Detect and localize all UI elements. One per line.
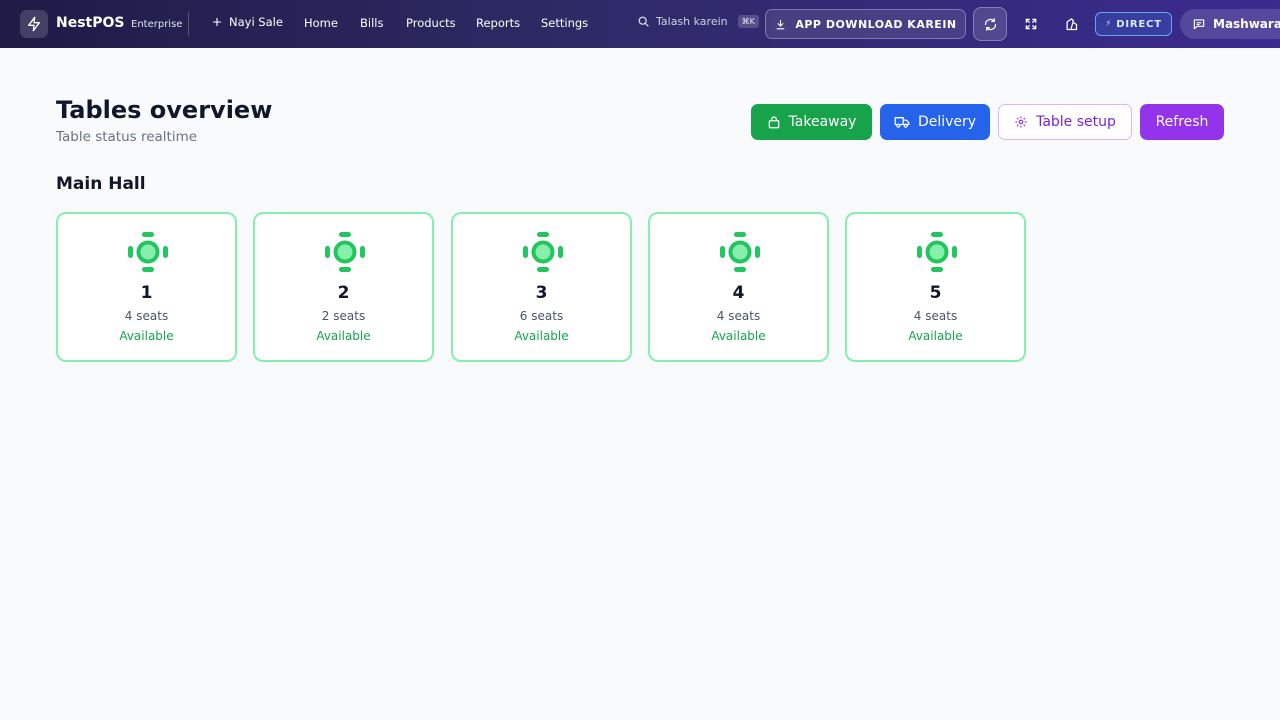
- nav-bills[interactable]: Bills: [360, 16, 383, 30]
- table-seats: 4 seats: [913, 309, 958, 323]
- table-icon: [720, 232, 760, 272]
- table-status: Available: [514, 329, 569, 343]
- delivery-button[interactable]: Delivery: [880, 104, 990, 140]
- nav-settings[interactable]: Settings: [541, 16, 588, 30]
- truck-icon: [894, 117, 910, 128]
- direct-mode-label: DIRECT: [1116, 18, 1162, 30]
- table-number: 3: [535, 283, 548, 303]
- table-status: Available: [119, 329, 174, 343]
- nav-home[interactable]: Home: [304, 16, 338, 30]
- sync-icon: [984, 17, 996, 31]
- table-card-2[interactable]: 2 2 seats Available: [253, 212, 434, 362]
- table-icon: [523, 232, 563, 272]
- theme-icon: [1066, 17, 1077, 30]
- direct-mode-badge[interactable]: ⚡ DIRECT: [1095, 12, 1172, 36]
- search-shortcut: ⌘K: [737, 15, 759, 28]
- takeaway-button[interactable]: Takeaway: [751, 104, 872, 140]
- download-icon: [777, 19, 785, 29]
- table-icon: [128, 232, 168, 272]
- table-status: Available: [316, 329, 371, 343]
- table-card-3[interactable]: 3 6 seats Available: [451, 212, 632, 362]
- table-card-4[interactable]: 4 4 seats Available: [648, 212, 829, 362]
- table-number: 4: [732, 283, 745, 303]
- lightning-icon: ⚡: [1105, 19, 1113, 29]
- table-setup-label: Table setup: [1036, 114, 1116, 130]
- delivery-label: Delivery: [917, 114, 977, 130]
- chat-icon: [1193, 19, 1205, 30]
- table-setup-button[interactable]: Table setup: [998, 104, 1132, 140]
- table-number: 5: [929, 283, 942, 303]
- nav-reports[interactable]: Reports: [476, 16, 520, 30]
- top-navbar: NestPOS Enterprise Nayi Sale Home Bills …: [0, 0, 1280, 48]
- refresh-button[interactable]: Refresh: [1140, 104, 1224, 140]
- table-status: Available: [711, 329, 766, 343]
- table-status: Available: [908, 329, 963, 343]
- app-download-label: APP DOWNLOAD KAREIN: [795, 17, 957, 31]
- lightning-icon: [28, 16, 40, 32]
- table-seats: 4 seats: [124, 309, 169, 323]
- table-number: 2: [337, 283, 350, 303]
- app-download-button[interactable]: APP DOWNLOAD KAREIN: [765, 9, 966, 39]
- app-logo[interactable]: [20, 10, 48, 38]
- gear-icon: [1015, 116, 1027, 128]
- navbar-divider: [188, 12, 189, 36]
- table-number: 1: [140, 283, 153, 303]
- table-seats: 2 seats: [321, 309, 366, 323]
- page-title: Tables overview: [56, 96, 273, 124]
- new-sale-label: Nayi Sale: [229, 15, 283, 29]
- fullscreen-icon: [1025, 18, 1037, 30]
- advice-label: Mashwara: [1213, 17, 1280, 31]
- shopping-bag-icon: [768, 115, 779, 128]
- table-icon: [325, 232, 365, 272]
- fullscreen-button[interactable]: [1014, 7, 1048, 41]
- table-seats: 6 seats: [519, 309, 564, 323]
- section-title: Main Hall: [56, 174, 146, 194]
- theme-toggle-button[interactable]: [1054, 7, 1088, 41]
- table-seats: 4 seats: [716, 309, 761, 323]
- sync-button[interactable]: [973, 7, 1007, 41]
- new-sale-button[interactable]: Nayi Sale: [211, 15, 283, 29]
- app-edition: Enterprise: [131, 19, 183, 30]
- advice-button[interactable]: Mashwara: [1180, 9, 1280, 39]
- app-name: NestPOS: [56, 15, 125, 31]
- search-placeholder: Talash karein: [656, 15, 728, 28]
- table-card-1[interactable]: 1 4 seats Available: [56, 212, 237, 362]
- page-subtitle: Table status realtime: [56, 129, 198, 145]
- search-trigger[interactable]: Talash karein ⌘K: [637, 15, 759, 28]
- plus-icon: [213, 18, 221, 26]
- search-icon: [638, 16, 649, 27]
- table-card-5[interactable]: 5 4 seats Available: [845, 212, 1026, 362]
- nav-products[interactable]: Products: [406, 16, 456, 30]
- takeaway-label: Takeaway: [788, 114, 857, 130]
- table-icon: [917, 232, 957, 272]
